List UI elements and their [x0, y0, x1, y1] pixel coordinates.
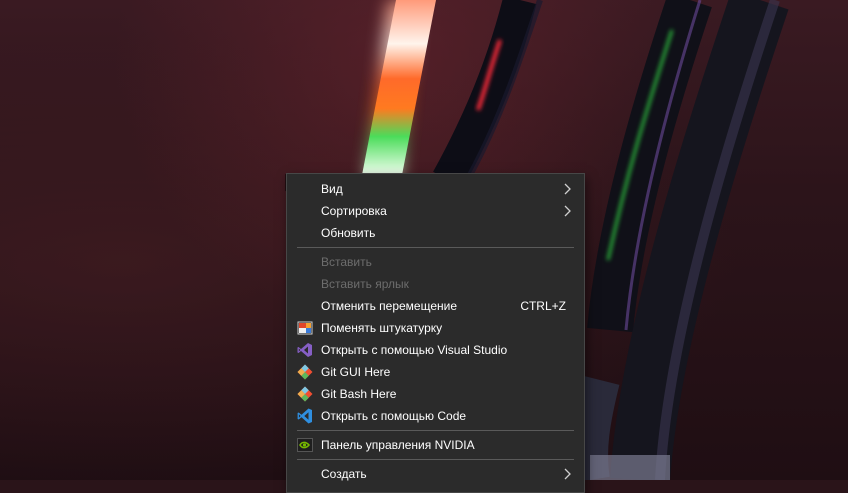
- shortcut-label: CTRL+Z: [520, 299, 566, 313]
- nvidia-icon: [297, 438, 313, 452]
- menu-item-open-visual-studio[interactable]: Открыть с помощью Visual Studio: [287, 339, 584, 361]
- chevron-right-icon: [564, 183, 571, 195]
- menu-item-git-bash[interactable]: Git Bash Here: [287, 383, 584, 405]
- menu-item-paste-shortcut[interactable]: Вставить ярлык: [287, 273, 584, 295]
- menu-item-change-wallpaper[interactable]: Поменять штукатурку: [287, 317, 584, 339]
- chevron-right-icon: [564, 468, 571, 480]
- menu-separator: [297, 459, 574, 460]
- menu-item-undo-move[interactable]: Отменить перемещение CTRL+Z: [287, 295, 584, 317]
- git-icon: [297, 386, 313, 402]
- menu-item-view[interactable]: Вид: [287, 178, 584, 200]
- menu-item-open-code[interactable]: Открыть с помощью Code: [287, 405, 584, 427]
- menu-item-refresh[interactable]: Обновить: [287, 222, 584, 244]
- menu-item-paste[interactable]: Вставить: [287, 251, 584, 273]
- menu-item-new[interactable]: Создать: [287, 463, 584, 485]
- menu-separator: [297, 247, 574, 248]
- menu-item-sort[interactable]: Сортировка: [287, 200, 584, 222]
- menu-item-git-gui[interactable]: Git GUI Here: [287, 361, 584, 383]
- visual-studio-icon: [297, 343, 312, 357]
- menu-separator: [297, 430, 574, 431]
- wallpaper-icon: [297, 321, 313, 335]
- desktop-context-menu: Вид Сортировка Обновить Вставить Вставит…: [286, 173, 585, 493]
- vscode-icon: [297, 408, 312, 424]
- git-icon: [297, 364, 313, 380]
- chevron-right-icon: [564, 205, 571, 217]
- menu-item-nvidia-control-panel[interactable]: Панель управления NVIDIA: [287, 434, 584, 456]
